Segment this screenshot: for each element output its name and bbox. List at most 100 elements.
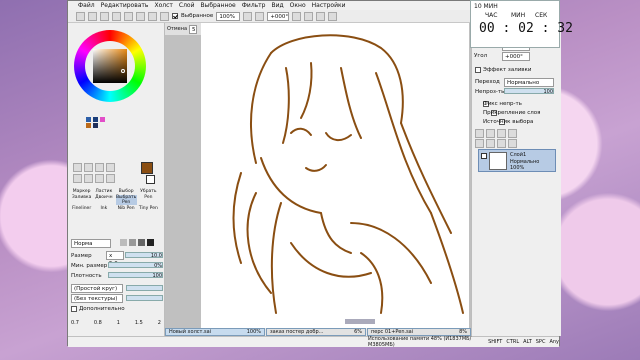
- angle-field[interactable]: +000°: [267, 11, 290, 21]
- screen: Файл Редактировать Холст Слой Выбранное …: [0, 0, 640, 360]
- delete-layer-icon[interactable]: [508, 129, 517, 138]
- merge-down-icon[interactable]: [497, 139, 506, 148]
- hide-selection-button[interactable]: [112, 11, 121, 21]
- swatch[interactable]: [86, 117, 91, 122]
- zoom-button[interactable]: [148, 11, 157, 21]
- eyedropper-icon[interactable]: [106, 174, 115, 183]
- menu-edit[interactable]: Редактировать: [101, 2, 149, 9]
- swatch[interactable]: [86, 123, 91, 128]
- texture-strength-slider[interactable]: [126, 295, 163, 301]
- zoom-field[interactable]: 100%: [216, 11, 241, 21]
- tool-select[interactable]: Выбор: [116, 189, 137, 194]
- zoom-tool-icon[interactable]: [73, 174, 82, 183]
- rotate-left-button[interactable]: [292, 11, 302, 21]
- transfer-down-icon[interactable]: [486, 139, 495, 148]
- brush-texture-select[interactable]: (Без текстуры): [71, 294, 123, 303]
- density-slider[interactable]: 100: [108, 272, 163, 279]
- rotate-right-button[interactable]: [304, 11, 314, 21]
- mode-label: Переход: [475, 79, 500, 85]
- flip-button[interactable]: [316, 11, 326, 21]
- tab-name: Новый холст.sai: [169, 329, 212, 335]
- rotate-tool-icon[interactable]: [84, 174, 93, 183]
- trash-icon[interactable]: [508, 139, 517, 148]
- marquee-tool-icon[interactable]: [73, 163, 82, 172]
- tool-binary[interactable]: Двоичн: [93, 195, 114, 205]
- lasso-tool-icon[interactable]: [84, 163, 93, 172]
- move-tool-icon[interactable]: [106, 163, 115, 172]
- tab-document[interactable]: заказ постер добр... 6%: [266, 328, 366, 336]
- shape-strength-slider[interactable]: [126, 285, 163, 291]
- status-bar: Использование памяти 48% (И1837МБ/М3805М…: [68, 336, 559, 348]
- rotate-button[interactable]: [160, 11, 169, 21]
- blend-mode-select[interactable]: Нормально: [504, 78, 554, 87]
- tool-tiny-pen[interactable]: Tiny Pen: [138, 206, 159, 211]
- move-button[interactable]: [136, 11, 145, 21]
- hardness-button[interactable]: [147, 239, 154, 246]
- tool-marker[interactable]: Маркер: [71, 189, 92, 194]
- menu-view[interactable]: Вид: [272, 2, 284, 9]
- drawing-canvas[interactable]: [201, 23, 469, 328]
- hardness-button[interactable]: [138, 239, 145, 246]
- hand-tool-icon[interactable]: [95, 174, 104, 183]
- angle-field[interactable]: +000°: [502, 52, 530, 61]
- tool-fill[interactable]: Заливка: [71, 195, 92, 205]
- swatch[interactable]: [100, 117, 105, 122]
- size-slider[interactable]: 10.0: [125, 252, 163, 259]
- zoom-in-button[interactable]: [255, 11, 265, 21]
- tool-pen[interactable]: Pen: [138, 195, 159, 205]
- brush-size-preset[interactable]: 2: [158, 320, 161, 326]
- tab-document[interactable]: Новый холст.sai 100%: [165, 328, 265, 336]
- menu-layer[interactable]: Слой: [179, 2, 195, 9]
- visibility-eye-icon[interactable]: [481, 153, 487, 159]
- tool-eraser[interactable]: Ластик: [93, 189, 114, 194]
- tool-deselect[interactable]: Убрать: [138, 189, 159, 194]
- horizontal-scrollbar[interactable]: [345, 319, 375, 324]
- hardness-button[interactable]: [120, 239, 127, 246]
- clear-layer-icon[interactable]: [475, 139, 484, 148]
- brush-size-preset[interactable]: 1.5: [135, 320, 143, 326]
- merge-layer-icon[interactable]: [497, 129, 506, 138]
- zoom-out-button[interactable]: [243, 11, 253, 21]
- menu-settings[interactable]: Настройки: [312, 2, 346, 9]
- tool-selected-pen[interactable]: Выбрать Pen: [115, 195, 137, 205]
- reset-view-button[interactable]: [328, 11, 338, 21]
- menu-selection[interactable]: Выбранное: [201, 2, 236, 9]
- advanced-checkbox[interactable]: [71, 306, 77, 312]
- brush-size-preset[interactable]: 1: [117, 320, 120, 326]
- size-multiplier[interactable]: x 5.0: [106, 251, 124, 267]
- secondary-color-swatch[interactable]: [146, 175, 155, 184]
- min-size-slider[interactable]: 0%: [108, 262, 163, 269]
- tool-nib-pen[interactable]: Nib Pen: [116, 206, 137, 211]
- tool-ink[interactable]: Ink: [93, 206, 114, 211]
- menu-canvas[interactable]: Холст: [154, 2, 172, 9]
- tab-document[interactable]: перс 01+Pen.sai 8%: [367, 328, 471, 336]
- new-layer-icon[interactable]: [475, 129, 484, 138]
- opacity-slider[interactable]: 100: [504, 88, 554, 95]
- paint-tool-sai-window: Файл Редактировать Холст Слой Выбранное …: [67, 0, 561, 348]
- layer-panel: Масштаб 100% Угол +000° Эффект заливки П…: [471, 23, 561, 336]
- select-all-button[interactable]: [76, 11, 85, 21]
- invert-selection-button[interactable]: [100, 11, 109, 21]
- fill-effect-checkbox[interactable]: [475, 67, 481, 73]
- swatch[interactable]: [93, 117, 98, 122]
- tab-zoom: 100%: [246, 329, 261, 335]
- menu-filter[interactable]: Фильтр: [242, 2, 266, 9]
- deselect-button[interactable]: [88, 11, 97, 21]
- selected-checkbox[interactable]: [172, 13, 178, 19]
- stabilizer-value[interactable]: 5: [189, 24, 198, 34]
- new-folder-icon[interactable]: [486, 129, 495, 138]
- primary-color-swatch[interactable]: [141, 162, 153, 174]
- menu-window[interactable]: Окно: [290, 2, 306, 9]
- select-hatch-button[interactable]: [124, 11, 133, 21]
- brush-size-preset[interactable]: 0.7: [71, 320, 79, 326]
- menu-file[interactable]: Файл: [78, 2, 95, 9]
- blend-mode-select[interactable]: Норма: [71, 239, 111, 248]
- swatch[interactable]: [93, 123, 98, 128]
- brush-shape-select[interactable]: (Простой круг): [71, 284, 123, 293]
- saturation-value-square[interactable]: [93, 49, 127, 83]
- brush-size-preset[interactable]: 0.8: [94, 320, 102, 326]
- magic-wand-icon[interactable]: [95, 163, 104, 172]
- hardness-button[interactable]: [129, 239, 136, 246]
- layer-row[interactable]: Слой1 Нормально 100%: [478, 149, 556, 172]
- tool-fineliner[interactable]: Fineliner: [71, 206, 92, 211]
